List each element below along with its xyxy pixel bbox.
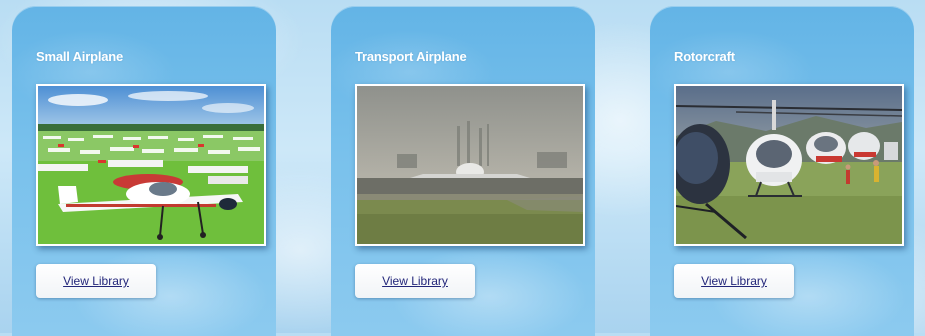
card-title: Rotorcraft	[674, 49, 735, 64]
category-card-small-airplane: Small Airplane View Library	[12, 6, 276, 336]
view-library-button[interactable]: View Library	[674, 264, 794, 298]
view-library-link[interactable]: View Library	[382, 274, 448, 288]
category-card-rotorcraft: Rotorcraft View Library	[650, 6, 914, 336]
category-card-transport-airplane: Transport Airplane View Library	[331, 6, 595, 336]
rotorcraft-photo[interactable]	[674, 84, 904, 246]
view-library-button[interactable]: View Library	[36, 264, 156, 298]
card-title: Transport Airplane	[355, 49, 467, 64]
transport-airplane-photo[interactable]	[355, 84, 585, 246]
view-library-button[interactable]: View Library	[355, 264, 475, 298]
view-library-link[interactable]: View Library	[63, 274, 129, 288]
card-title: Small Airplane	[36, 49, 124, 64]
view-library-link[interactable]: View Library	[701, 274, 767, 288]
small-airplane-photo[interactable]	[36, 84, 266, 246]
